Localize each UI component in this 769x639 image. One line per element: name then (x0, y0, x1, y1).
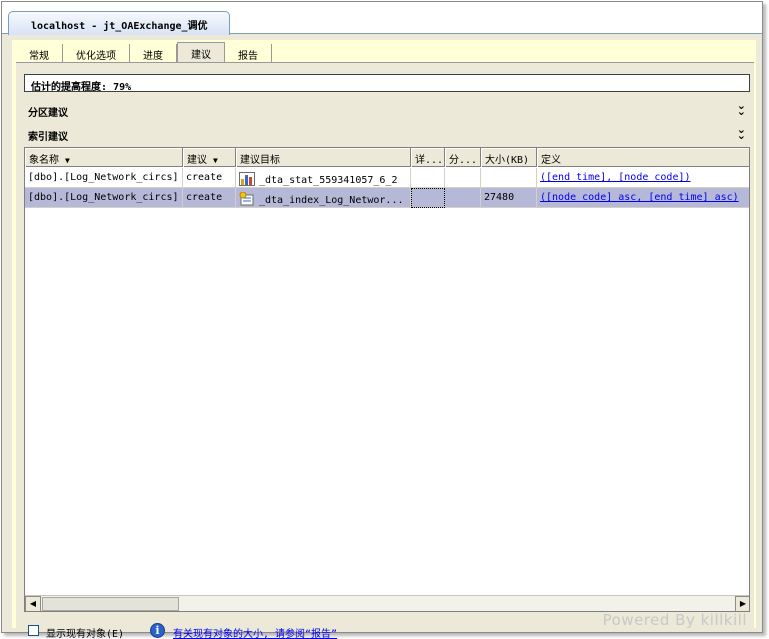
scrollbar-thumb[interactable] (42, 597, 179, 611)
column-header-recommendation[interactable]: 建议 ▼ (183, 148, 236, 167)
tab-reports[interactable]: 报告 (225, 44, 272, 63)
sort-down-icon[interactable]: ▼ (65, 156, 70, 165)
reports-info-link[interactable]: 有关现有对象的大小, 请参阅“报告” (173, 625, 337, 639)
definition-link[interactable]: ([node code] asc, [end time] asc) (540, 192, 739, 203)
cell-definition: ([end time], [node code]) (537, 168, 749, 188)
column-header-object-name[interactable]: 象名称 ▼ (25, 148, 183, 167)
watermark: Powered By killkill (602, 611, 747, 629)
tab-bar: 常规 优化选项 进度 建议 报告 (16, 42, 272, 64)
tab-progress[interactable]: 进度 (130, 44, 177, 63)
document-tab[interactable]: localhost - jt_OAExchange_调优 (8, 11, 230, 35)
cell-definition: ([node code] asc, [end time] asc) (537, 188, 749, 208)
index-recommendations-grid: 象名称 ▼ 建议 ▼ 建议目标 详... 分... 大小(KB) 定义 [dbo].… (24, 147, 750, 612)
cell-partition (445, 168, 481, 188)
collapse-chevron-icon[interactable]: ⌄ ⌄ (737, 124, 746, 141)
column-header-size[interactable]: 大小(KB) (481, 148, 537, 167)
session-pane: 常规 优化选项 进度 建议 报告 估计的提高程度: 79% 分区建议 ⌄ ⌄ 索引… (12, 40, 756, 639)
cell-size: 27480 (481, 188, 537, 208)
table-row[interactable]: [dbo].[Log_Network_circs] create _dta_st… (25, 168, 749, 188)
column-header-partition[interactable]: 分... (445, 148, 481, 167)
tab-tuning-options[interactable]: 优化选项 (63, 44, 130, 63)
index-icon (239, 192, 254, 206)
cell-size (481, 168, 537, 188)
cell-object: [dbo].[Log_Network_circs] (25, 168, 183, 188)
show-existing-objects-label[interactable]: 显示现有对象(E) (46, 625, 124, 639)
partition-recommendations-title: 分区建议 (28, 108, 68, 119)
cell-partition (445, 188, 481, 208)
column-header-target[interactable]: 建议目标 (236, 148, 411, 167)
cell-target: _dta_index_Log_Networ... (236, 188, 411, 208)
column-header-definition[interactable]: 定义 (537, 148, 749, 167)
grid-header: 象名称 ▼ 建议 ▼ 建议目标 详... 分... 大小(KB) 定义 (25, 148, 749, 167)
cell-recommendation: create (183, 188, 236, 208)
improvement-label: 估计的提高程度: (31, 82, 108, 93)
show-existing-objects-checkbox[interactable] (28, 625, 39, 636)
sort-down-icon[interactable]: ▼ (213, 156, 218, 165)
scroll-left-icon[interactable]: ◀ (25, 596, 41, 611)
index-recommendations-title: 索引建议 (28, 132, 68, 143)
statistics-icon (239, 172, 255, 186)
document-tab-strip: localhost - jt_OAExchange_调优 (2, 2, 762, 35)
scroll-right-icon[interactable]: ▶ (735, 596, 749, 611)
table-row[interactable]: [dbo].[Log_Network_circs] create _dta_in… (25, 188, 749, 208)
cell-details (411, 188, 445, 208)
collapse-chevron-icon[interactable]: ⌄ ⌄ (737, 100, 746, 117)
tab-general[interactable]: 常规 (16, 44, 63, 63)
info-icon: i (150, 623, 165, 638)
column-header-details[interactable]: 详... (411, 148, 445, 167)
definition-link[interactable]: ([end time], [node code]) (540, 172, 691, 183)
horizontal-scrollbar[interactable]: ◀ ▶ (25, 595, 749, 611)
index-recommendations-header[interactable]: 索引建议 ⌄ ⌄ (24, 124, 750, 143)
estimated-improvement: 估计的提高程度: 79% (24, 74, 750, 93)
tuning-window: localhost - jt_OAExchange_调优 常规 优化选项 进度 … (1, 1, 763, 639)
cell-target: _dta_stat_559341057_6_2 (236, 168, 411, 188)
tab-recommendations[interactable]: 建议 (177, 42, 225, 64)
improvement-value: 79% (113, 82, 132, 93)
cell-object: [dbo].[Log_Network_circs] (25, 188, 183, 208)
partition-recommendations-header[interactable]: 分区建议 ⌄ ⌄ (24, 100, 750, 119)
cell-details (411, 168, 445, 188)
cell-recommendation: create (183, 168, 236, 188)
recommendations-panel: 估计的提高程度: 79% 分区建议 ⌄ ⌄ 索引建议 ⌄ ⌄ 象名称 ▼ 建议 ▼ (16, 62, 754, 639)
